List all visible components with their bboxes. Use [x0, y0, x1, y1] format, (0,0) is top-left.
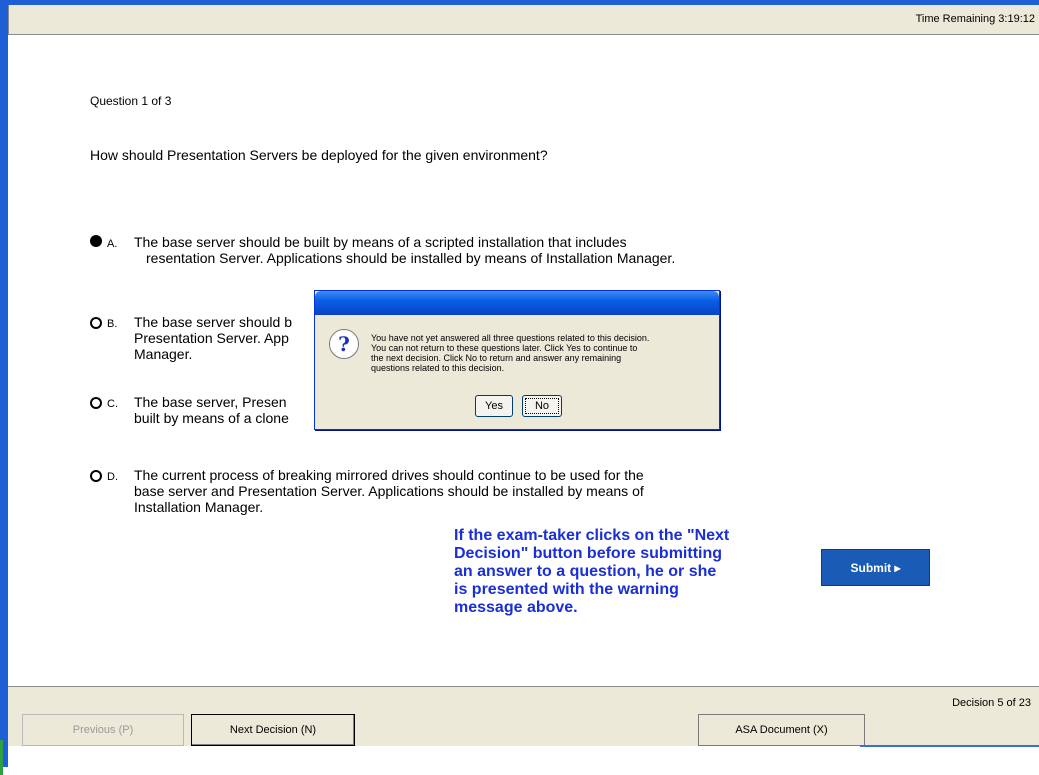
- yes-button[interactable]: Yes: [475, 395, 513, 417]
- option-line: The base server should be built by means…: [134, 234, 627, 250]
- question-icon: ?: [329, 329, 359, 359]
- dialog-message-line: questions related to this decision.: [371, 363, 505, 373]
- annotation-line: message above.: [454, 599, 578, 616]
- decision-counter: Decision 5 of 23: [952, 697, 1031, 709]
- warning-dialog: ? You have not yet answered all three qu…: [314, 290, 720, 430]
- annotation-line: is presented with the warning: [454, 581, 679, 598]
- no-button[interactable]: No: [522, 395, 562, 417]
- question-text: How should Presentation Servers be deplo…: [90, 147, 548, 163]
- option-line: The current process of breaking mirrored…: [134, 467, 644, 483]
- option-line: Installation Manager.: [134, 499, 264, 515]
- next-decision-button[interactable]: Next Decision (N): [191, 714, 355, 746]
- dialog-message-line: You can not return to these questions la…: [371, 343, 638, 353]
- window-left-border: [0, 5, 8, 767]
- radio-unselected-icon[interactable]: [90, 470, 102, 482]
- annotation-line: If the exam-taker clicks on the "Next: [454, 527, 730, 544]
- dialog-title-bar[interactable]: [315, 291, 719, 315]
- window-left-accent: [0, 740, 3, 775]
- bottom-accent-line: [860, 745, 1039, 747]
- radio-selected-icon[interactable]: [90, 235, 102, 247]
- top-bar: Time Remaining 3:19:12: [8, 5, 1039, 35]
- radio-unselected-icon[interactable]: [90, 397, 102, 409]
- dialog-message-line: the next decision. Click No to return an…: [371, 353, 622, 363]
- asa-document-button[interactable]: ASA Document (X): [698, 714, 865, 746]
- option-line: resentation Server. Applications should …: [146, 250, 676, 266]
- option-letter: B.: [107, 318, 118, 330]
- option-text: The current process of breaking mirrored…: [134, 467, 774, 515]
- option-letter: D.: [107, 471, 118, 483]
- time-remaining: Time Remaining 3:19:12: [915, 13, 1035, 25]
- radio-unselected-icon[interactable]: [90, 317, 102, 329]
- option-line: base server and Presentation Server. App…: [134, 483, 644, 499]
- previous-button[interactable]: Previous (P): [22, 714, 184, 746]
- option-letter: C.: [107, 398, 118, 410]
- submit-button[interactable]: Submit ▸: [821, 549, 930, 586]
- bottom-bar: Decision 5 of 23 Previous (P) Next Decis…: [8, 686, 1039, 746]
- dialog-message-line: You have not yet answered all three ques…: [371, 333, 650, 343]
- annotation-note: If the exam-taker clicks on the "Next De…: [454, 527, 814, 617]
- annotation-line: an answer to a question, he or she: [454, 563, 717, 580]
- option-letter: A.: [107, 238, 118, 250]
- dialog-message: You have not yet answered all three ques…: [371, 333, 711, 373]
- option-text: The base server should be built by means…: [134, 234, 774, 266]
- annotation-line: Decision" button before submitting: [454, 545, 723, 562]
- question-number: Question 1 of 3: [90, 94, 172, 108]
